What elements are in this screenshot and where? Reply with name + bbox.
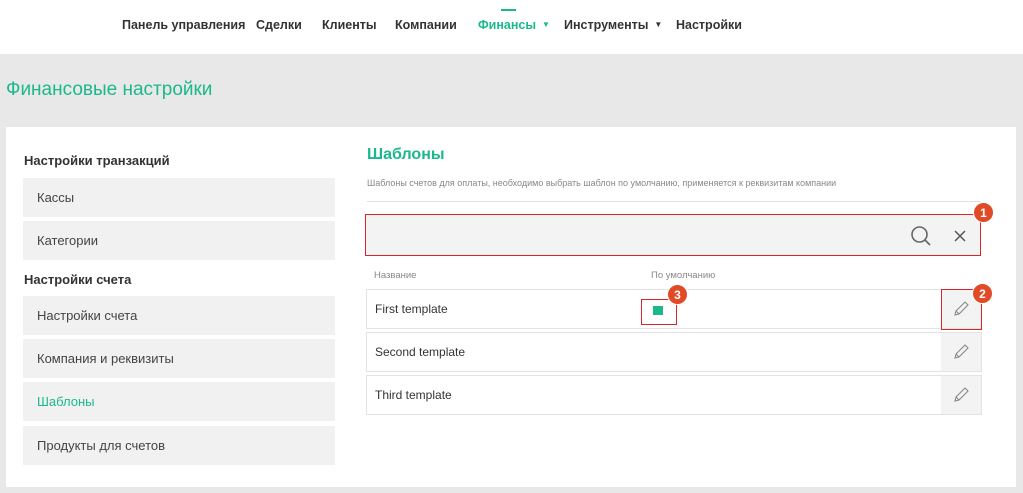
annotation-badge-1: 1 [973, 202, 994, 223]
nav-deals[interactable]: Сделки [256, 18, 302, 32]
nav-finance-label: Финансы [478, 18, 537, 32]
sidebar-item-categories[interactable]: Категории [23, 221, 335, 260]
sidebar-item-company-details[interactable]: Компания и реквизиты [23, 339, 335, 378]
sidebar-section-invoice: Настройки счета [24, 272, 132, 287]
search-icon[interactable] [910, 225, 932, 247]
page-title: Финансовые настройки [6, 79, 213, 100]
content-description: Шаблоны счетов для оплаты, необходимо вы… [367, 178, 837, 188]
top-navigation: Панель управления Сделки Клиенты Компани… [0, 0, 1023, 54]
annotation-badge-3: 3 [667, 284, 688, 305]
edit-button[interactable] [941, 333, 981, 371]
table-row: Third template [366, 375, 982, 415]
nav-companies[interactable]: Компании [395, 18, 457, 32]
column-header-name: Название [374, 270, 417, 281]
sidebar-section-transactions: Настройки транзакций [24, 153, 170, 168]
template-name: Third template [375, 388, 452, 402]
settings-panel: Настройки транзакций Кассы Категории Нас… [6, 127, 1016, 487]
annotation-badge-2: 2 [972, 283, 993, 304]
sidebar-item-cash[interactable]: Кассы [23, 178, 335, 217]
divider [367, 201, 981, 202]
nav-clients[interactable]: Клиенты [322, 18, 377, 32]
active-nav-indicator [501, 9, 516, 11]
template-name: First template [375, 302, 448, 316]
sidebar-item-invoice-products[interactable]: Продукты для счетов [23, 426, 335, 465]
close-icon[interactable] [950, 226, 970, 246]
sidebar-item-templates[interactable]: Шаблоны [23, 382, 335, 421]
nav-finance[interactable]: Финансы ▼ [478, 18, 550, 32]
pencil-icon [954, 387, 969, 402]
chevron-down-icon: ▼ [654, 20, 663, 29]
sidebar-item-invoice-settings[interactable]: Настройки счета [23, 296, 335, 335]
nav-dashboard[interactable]: Панель управления [122, 18, 245, 32]
checkbox-checked-mark [653, 306, 663, 315]
edit-button[interactable] [941, 376, 981, 414]
pencil-icon [954, 301, 969, 316]
chevron-down-icon: ▼ [542, 20, 550, 29]
table-row: Second template [366, 332, 982, 372]
pencil-icon [954, 344, 969, 359]
nav-tools[interactable]: Инструменты ▼ [564, 18, 662, 32]
content-title: Шаблоны [367, 146, 445, 163]
nav-settings[interactable]: Настройки [676, 18, 742, 32]
nav-tools-label: Инструменты [564, 18, 649, 32]
search-box [365, 214, 981, 256]
search-input[interactable] [376, 223, 896, 247]
column-header-default: По умолчанию [651, 270, 716, 281]
template-name: Second template [375, 345, 466, 359]
